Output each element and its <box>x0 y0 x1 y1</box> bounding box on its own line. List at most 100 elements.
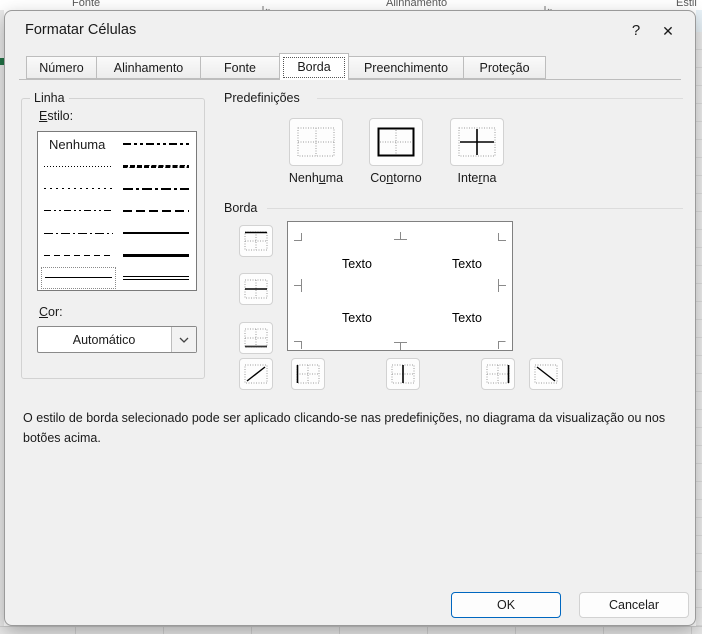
line-style-sample <box>44 233 113 234</box>
bottom-border-button[interactable] <box>239 322 273 354</box>
tick-bottom-center <box>394 337 407 355</box>
diagonal-down-border-icon <box>534 364 558 384</box>
line-style-option-dash-dot-dot[interactable] <box>41 200 116 222</box>
line-style-option-slant-dash-dot[interactable] <box>120 155 192 177</box>
presets-separator <box>317 98 683 99</box>
line-style-sample <box>45 277 112 278</box>
line-style-option-dashed[interactable] <box>41 244 116 266</box>
dialog-titlebar: Formatar Células ? ✕ <box>5 11 695 51</box>
preview-text: Texto <box>322 257 392 271</box>
ok-button[interactable]: OK <box>451 592 561 618</box>
tab-strip: Número Alinhamento Fonte Borda Preenchim… <box>26 56 545 80</box>
help-button[interactable]: ? <box>625 20 647 42</box>
description-text: O estilo de borda selecionado pode ser a… <box>23 409 683 448</box>
inside-vertical-border-icon <box>391 364 415 384</box>
preset-inside-label: Interna <box>430 171 524 185</box>
line-style-option-hairline-dotted[interactable] <box>41 155 116 177</box>
bottom-border-icon <box>244 328 268 348</box>
preview-text: Texto <box>322 311 392 325</box>
line-style-option-double[interactable] <box>120 267 192 289</box>
line-style-sample <box>123 143 189 145</box>
ribbon-group-label-alinhamento: Alinhamento <box>386 0 447 9</box>
line-style-sample <box>44 210 113 211</box>
top-border-icon <box>244 231 268 251</box>
style-label: Estilo: <box>39 109 73 123</box>
excel-ribbon-strip: Fonte Alinhamento Estil <box>0 0 702 10</box>
right-border-icon <box>486 364 510 384</box>
tab-protecao[interactable]: Proteção <box>463 56 546 79</box>
color-label: Cor: <box>39 305 63 319</box>
tab-preenchimento[interactable]: Preenchimento <box>348 56 464 79</box>
border-outline-icon <box>377 127 415 157</box>
chevron-down-icon[interactable] <box>171 327 196 352</box>
color-dropdown-value: Automático <box>38 327 170 352</box>
tick-middle-left <box>294 279 302 297</box>
tick-top-center <box>394 227 407 245</box>
excel-blue-fragment <box>696 10 702 32</box>
tick-top-left <box>294 228 302 246</box>
line-style-list-left: Nenhuma <box>38 132 118 290</box>
presets-title: Predefinições <box>224 91 306 105</box>
border-group-title: Borda <box>224 201 263 215</box>
border-preview-diagram[interactable]: Texto Texto Texto Texto <box>287 221 513 351</box>
inside-vertical-border-button[interactable] <box>386 358 420 390</box>
dialog-launcher-icon <box>544 1 553 10</box>
line-style-sample <box>123 232 189 234</box>
line-style-sample <box>44 255 113 256</box>
tick-bottom-left <box>294 336 302 354</box>
line-style-option-dash-dot[interactable] <box>41 222 116 244</box>
line-style-sample <box>44 166 113 167</box>
tick-bottom-right <box>498 336 506 354</box>
tab-focus-rect <box>283 57 345 78</box>
line-group-title: Linha <box>30 91 69 105</box>
border-inside-icon <box>458 127 496 157</box>
inside-horizontal-border-icon <box>244 279 268 299</box>
line-style-option-thin-solid[interactable] <box>41 267 116 289</box>
left-border-button[interactable] <box>291 358 325 390</box>
preset-outline-button[interactable] <box>369 118 423 166</box>
border-none-icon <box>297 127 335 157</box>
tab-fonte[interactable]: Fonte <box>200 56 280 79</box>
line-style-option-medium-dashed[interactable] <box>120 200 192 222</box>
line-style-sample <box>44 188 113 189</box>
line-style-listbox[interactable]: Nenhuma <box>37 131 197 291</box>
cancel-button[interactable]: Cancelar <box>579 592 689 618</box>
preview-text: Texto <box>432 311 502 325</box>
line-style-sample <box>123 188 189 190</box>
diagonal-up-border-icon <box>244 364 268 384</box>
line-style-sample <box>123 210 189 212</box>
ribbon-group-label-fonte: Fonte <box>72 0 100 9</box>
line-style-option-medium-dash-dot-dot[interactable] <box>120 133 192 155</box>
tab-alinhamento[interactable]: Alinhamento <box>96 56 201 79</box>
dialog-title: Formatar Células <box>25 22 136 38</box>
line-style-option-thick-solid[interactable] <box>120 244 192 266</box>
preset-inside-button[interactable] <box>450 118 504 166</box>
color-dropdown[interactable]: Automático <box>37 326 197 353</box>
line-style-sample <box>123 276 189 280</box>
inside-horizontal-border-button[interactable] <box>239 273 273 305</box>
line-style-list-right <box>118 132 196 290</box>
diagonal-down-border-button[interactable] <box>529 358 563 390</box>
excel-sheet-right-sliver <box>696 10 702 626</box>
line-style-option-dotted[interactable] <box>41 178 116 200</box>
format-cells-dialog: Formatar Células ? ✕ Número Alinhamento … <box>4 10 696 626</box>
line-style-option-none[interactable]: Nenhuma <box>41 133 116 155</box>
preset-none-button[interactable] <box>289 118 343 166</box>
preview-text: Texto <box>432 257 502 271</box>
line-style-sample <box>123 165 189 168</box>
diagonal-up-border-button[interactable] <box>239 358 273 390</box>
line-group: Linha Estilo: Nenhuma Cor: Automático <box>21 98 205 379</box>
ribbon-group-label-estilo: Estil <box>676 0 697 9</box>
border-separator <box>267 208 683 209</box>
left-border-icon <box>296 364 320 384</box>
right-border-button[interactable] <box>481 358 515 390</box>
tab-borda[interactable]: Borda <box>279 53 349 80</box>
line-style-option-medium-solid[interactable] <box>120 222 192 244</box>
line-style-none-label: Nenhuma <box>44 137 105 152</box>
top-border-button[interactable] <box>239 225 273 257</box>
tab-numero[interactable]: Número <box>26 56 97 79</box>
close-button[interactable]: ✕ <box>655 18 681 44</box>
line-style-option-medium-dash-dot[interactable] <box>120 178 192 200</box>
dialog-launcher-icon <box>262 1 271 10</box>
tab-content-border <box>19 79 681 80</box>
